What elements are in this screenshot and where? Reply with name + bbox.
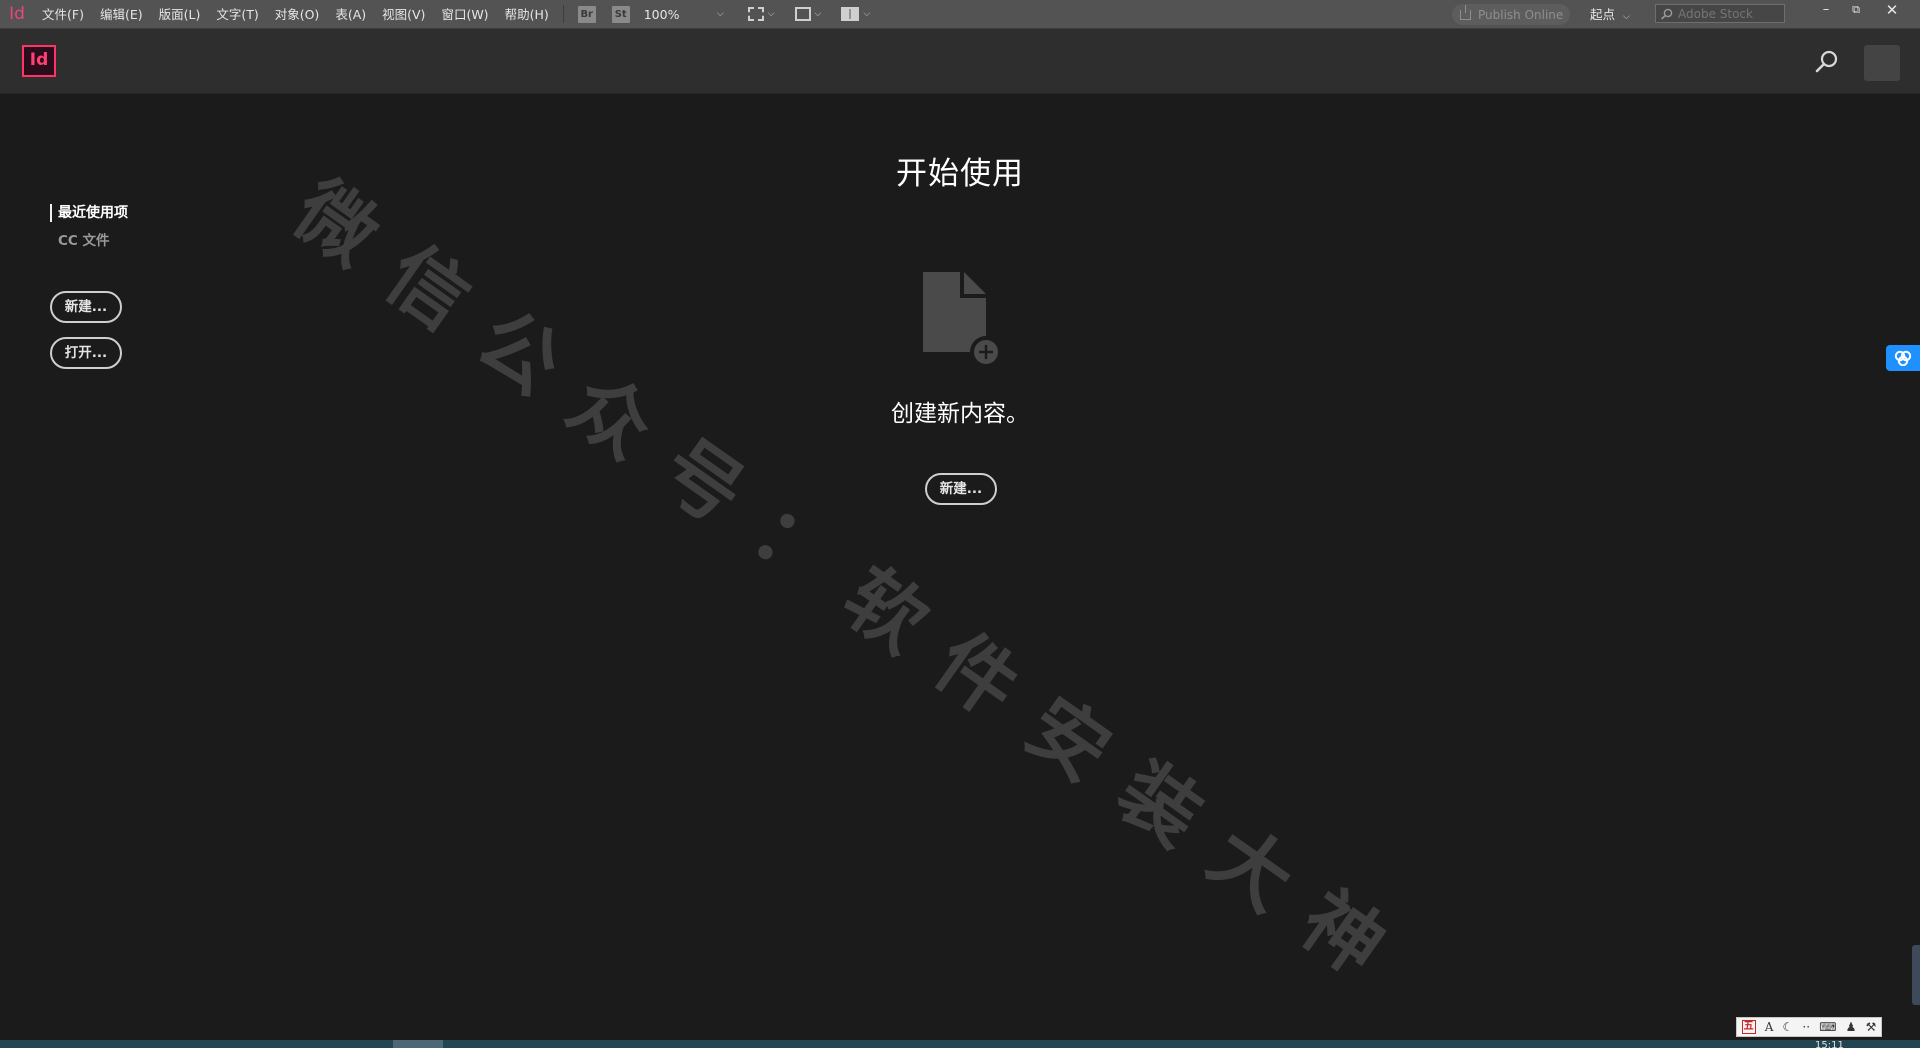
- ime-font-icon[interactable]: A: [1765, 1020, 1774, 1034]
- workspace-switcher[interactable]: 起点 ⌵: [1590, 0, 1630, 29]
- chevron-down-icon: ⌵: [1623, 12, 1630, 22]
- create-new-content-text: 创建新内容。: [891, 401, 1029, 427]
- chevron-down-icon: ⌵: [767, 9, 775, 19]
- bridge-button[interactable]: Br: [577, 5, 596, 23]
- sidebar-item-cc-files[interactable]: CC 文件: [50, 229, 128, 249]
- close-button[interactable]: ✕: [1878, 0, 1906, 22]
- app-header: Id: [0, 29, 1920, 94]
- toolbar-divider: [562, 5, 564, 23]
- menu-type[interactable]: 文字(T): [208, 0, 266, 29]
- side-handle[interactable]: [1912, 945, 1920, 1005]
- screen-mode-icon: [794, 7, 811, 21]
- ime-moon-icon[interactable]: ☾: [1783, 1020, 1794, 1034]
- search-button[interactable]: [1814, 49, 1840, 75]
- page-title: 开始使用: [896, 156, 1024, 192]
- indesign-logo: Id: [22, 45, 56, 77]
- screen-mode-button[interactable]: ⌵: [794, 7, 822, 21]
- ime-mode-icon[interactable]: 五: [1741, 1020, 1756, 1034]
- publish-online-button[interactable]: Publish Online: [1452, 4, 1570, 25]
- menu-layout[interactable]: 版面(L): [151, 0, 209, 29]
- restore-button[interactable]: ⧉: [1842, 0, 1870, 22]
- workspace-label: 起点: [1590, 7, 1616, 22]
- zoom-select[interactable]: 100% ⌵: [644, 7, 724, 22]
- menu-bar: Id 文件(F) 编辑(E) 版面(L) 文字(T) 对象(O) 表(A) 视图…: [0, 0, 1920, 29]
- search-icon: [1660, 8, 1673, 20]
- menu-object[interactable]: 对象(O): [267, 0, 328, 29]
- menu-window[interactable]: 窗口(W): [433, 0, 496, 29]
- app-mini-logo: Id: [9, 4, 25, 24]
- adobe-stock-search[interactable]: [1655, 4, 1785, 23]
- upload-icon: [1460, 4, 1471, 20]
- arrange-documents-icon: [841, 7, 860, 21]
- arrange-documents-button[interactable]: ⌵: [841, 7, 870, 21]
- publish-online-label: Publish Online: [1478, 7, 1564, 22]
- taskbar-strip: [0, 1040, 1920, 1048]
- menu-edit[interactable]: 编辑(E): [92, 0, 151, 29]
- view-options-button[interactable]: ⌵: [747, 7, 775, 21]
- chevron-down-icon: ⌵: [716, 9, 724, 19]
- new-document-icon: [920, 270, 1002, 370]
- main-new-button[interactable]: 新建...: [925, 473, 997, 505]
- scrollbar-thumb[interactable]: [393, 1040, 443, 1048]
- cloud-icon: [1894, 350, 1912, 366]
- taskbar-clock: 15:11: [1815, 1041, 1844, 1048]
- avatar[interactable]: [1864, 45, 1900, 81]
- sidebar: 最近使用项 CC 文件 新建... 打开...: [50, 204, 128, 369]
- ime-toolbar: 五 A ☾ ·· ⌨ ♟ ⚒: [1736, 1017, 1882, 1037]
- chevron-down-icon: ⌵: [863, 9, 871, 19]
- open-button[interactable]: 打开...: [50, 337, 122, 369]
- search-icon: [1815, 50, 1838, 73]
- zoom-value: 100%: [643, 6, 680, 22]
- ime-settings-icon[interactable]: ⚒: [1866, 1020, 1877, 1034]
- cloud-sync-widget[interactable]: [1886, 345, 1920, 371]
- chevron-down-icon: ⌵: [814, 9, 822, 19]
- menu-file[interactable]: 文件(F): [34, 0, 92, 29]
- menu-table[interactable]: 表(A): [327, 0, 374, 29]
- ime-user-icon[interactable]: ♟: [1846, 1020, 1857, 1034]
- sidebar-item-recent[interactable]: 最近使用项: [50, 204, 128, 222]
- stock-search-input[interactable]: [1678, 6, 1778, 21]
- ime-keyboard-icon[interactable]: ⌨: [1819, 1020, 1836, 1034]
- view-options-icon: [747, 7, 764, 21]
- minimize-button[interactable]: –: [1812, 0, 1840, 22]
- stock-button[interactable]: St: [611, 5, 630, 23]
- ime-punct-icon[interactable]: ··: [1802, 1020, 1810, 1034]
- watermark: 微信公众号：软件安装大神: [277, 163, 1429, 1013]
- menu-help[interactable]: 帮助(H): [497, 0, 557, 29]
- new-button[interactable]: 新建...: [50, 291, 122, 323]
- menu-view[interactable]: 视图(V): [374, 0, 433, 29]
